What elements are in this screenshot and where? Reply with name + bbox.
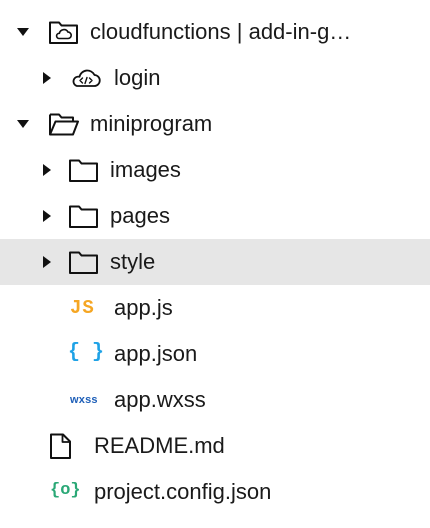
folder-icon: [69, 205, 98, 228]
folder-icon: [69, 159, 98, 182]
tree-item-label: miniprogram: [90, 111, 213, 136]
tree-item-label: app.js: [114, 295, 173, 320]
tree-item-label: project.config.json: [94, 479, 272, 504]
tree-item-label: README.md: [94, 433, 225, 458]
folder-icon: [69, 251, 98, 274]
tree-item-label: app.wxss: [114, 387, 206, 412]
tree-item-label: app.json: [114, 341, 198, 366]
tree-item-images[interactable]: images: [0, 147, 430, 193]
tree-item-miniprogram[interactable]: miniprogram: [0, 101, 430, 147]
chevron-down-icon[interactable]: [16, 117, 30, 131]
tree-item-label: pages: [110, 203, 170, 228]
tree-item-readme[interactable]: README.md: [0, 423, 430, 469]
tree-item-cloudfunctions[interactable]: cloudfunctions | add-in-g…: [0, 9, 430, 55]
tree-item-label: style: [110, 249, 156, 274]
tree-item-login[interactable]: login: [0, 55, 430, 101]
tree-item-app-json[interactable]: { } app.json: [0, 331, 430, 377]
config-file-icon: {o}: [50, 481, 81, 500]
js-file-icon: JS: [70, 297, 95, 319]
tree-item-label: login: [114, 65, 161, 90]
tree-item-pages[interactable]: pages: [0, 193, 430, 239]
tree-item-app-wxss[interactable]: wxss app.wxss: [0, 377, 430, 423]
tree-item-label: images: [110, 157, 181, 182]
chevron-right-icon[interactable]: [40, 163, 54, 177]
chevron-right-icon[interactable]: [40, 71, 54, 85]
chevron-right-icon[interactable]: [40, 209, 54, 223]
tree-item-app-js[interactable]: JS app.js: [0, 285, 430, 331]
tree-item-label: cloudfunctions | add-in-g…: [90, 19, 352, 44]
chevron-right-icon[interactable]: [40, 255, 54, 269]
tree-item-style[interactable]: style: [0, 239, 430, 285]
file-icon: [50, 433, 71, 459]
cloud-code-icon: [72, 69, 101, 87]
folder-open-icon: [49, 113, 79, 136]
file-tree: cloudfunctions | add-in-g… login minipro…: [0, 0, 430, 528]
chevron-down-icon[interactable]: [16, 25, 30, 39]
json-file-icon: { }: [68, 341, 105, 364]
tree-item-project-config[interactable]: {o} project.config.json: [0, 469, 430, 515]
wxss-file-icon: wxss: [70, 394, 98, 406]
cloud-folder-icon: [49, 21, 78, 44]
